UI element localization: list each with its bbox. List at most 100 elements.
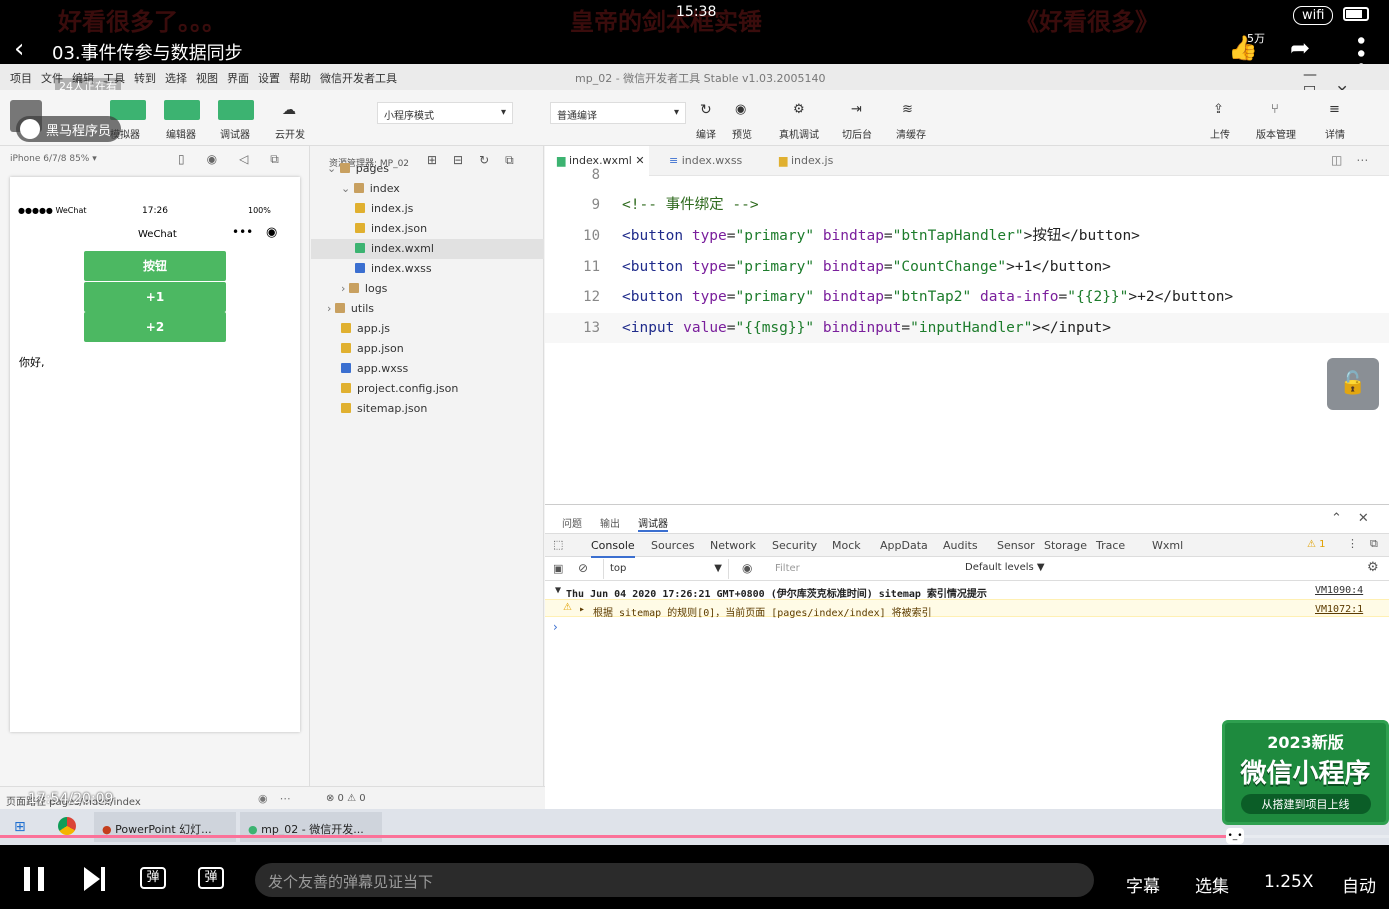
background-icon[interactable]: ⇥ xyxy=(851,102,862,117)
mode-select[interactable]: 小程序模式 ▾ xyxy=(377,102,513,124)
console-group-row[interactable]: ▼ Thu Jun 04 2020 17:26:21 GMT+0800 (伊尔库… xyxy=(545,581,1389,600)
chevron-icon[interactable]: › xyxy=(327,302,335,315)
debugger-toggle[interactable] xyxy=(218,100,254,120)
windows-start-icon[interactable]: ⊞ xyxy=(14,819,26,835)
devtools-tab-sources[interactable]: Sources xyxy=(651,539,695,552)
unlock-icon[interactable]: 🔓 xyxy=(1327,358,1379,410)
tree-item-app-wxss[interactable]: app.wxss xyxy=(341,359,408,379)
chrome-icon[interactable] xyxy=(58,817,76,835)
panel-tab[interactable]: 输出 xyxy=(600,515,620,532)
devtools-tab-sensor[interactable]: Sensor xyxy=(997,539,1035,552)
menu-item[interactable]: 微信开发者工具 xyxy=(320,70,397,86)
sidebar-toggle-icon[interactable]: ▣ xyxy=(553,562,563,575)
devtools-tab-mock[interactable]: Mock xyxy=(832,539,861,552)
video-frame[interactable]: 项目 文件 编辑 工具 转到 选择 视图 界面 设置 帮助 微信开发者工具 mp_02 - 微信开发… xyxy=(0,64,1389,845)
devtools-tab-storage[interactable]: Storage xyxy=(1044,539,1087,552)
tap-button[interactable]: 按钮 xyxy=(84,251,226,281)
course-banner[interactable]: 2023新版 微信小程序 从搭建到项目上线 xyxy=(1222,720,1389,825)
tree-item-index-js[interactable]: index.js xyxy=(355,199,413,219)
quality-button[interactable]: 自动 xyxy=(1342,872,1376,897)
chevron-icon[interactable]: ⌄ xyxy=(341,182,354,195)
devtools-tab-network[interactable]: Network xyxy=(710,539,756,552)
tree-item-utils[interactable]: › utils xyxy=(327,299,374,319)
tree-item-project-config-json[interactable]: project.config.json xyxy=(341,379,458,399)
eye-icon[interactable]: ◉ xyxy=(742,561,752,575)
danmu-settings-icon[interactable]: 弹 xyxy=(198,867,224,889)
chevron-icon[interactable]: › xyxy=(341,282,349,295)
console-warning-row[interactable]: ⚠ ▸ 根据 sitemap 的规则[0]，当前页面 [pages/index/… xyxy=(545,599,1389,619)
code-editor[interactable]: ▆ index.wxml ✕ ≡ index.wxss ▆ index.js ◫… xyxy=(545,146,1389,504)
pause-icon[interactable] xyxy=(24,867,30,891)
plus-one-button[interactable]: +1 xyxy=(84,282,226,312)
menu-item[interactable]: 界面 xyxy=(227,70,249,86)
menu-item[interactable]: 帮助 xyxy=(289,70,311,86)
compile-select[interactable]: 普通编译 ▾ xyxy=(550,102,686,124)
close-tab-icon[interactable]: ✕ xyxy=(635,154,644,167)
context-select[interactable]: top ▼ xyxy=(603,559,729,579)
capsule-menu-icon[interactable]: ••• xyxy=(232,225,253,239)
devtools-tab-security[interactable]: Security xyxy=(772,539,817,552)
console-source-link[interactable]: VM1090:4 xyxy=(1315,585,1363,596)
tree-item-index[interactable]: ⌄ index xyxy=(341,179,400,199)
clear-console-icon[interactable]: ⊘ xyxy=(578,561,588,575)
menu-item[interactable]: 选择 xyxy=(165,70,187,86)
editor-toggle[interactable] xyxy=(164,100,200,120)
capsule-close-icon[interactable]: ◉ xyxy=(266,225,277,240)
tab-index-wxss[interactable]: ≡ index.wxss xyxy=(657,146,742,176)
preview-icon[interactable]: ◉ xyxy=(735,102,746,117)
tree-item-index-json[interactable]: index.json xyxy=(355,219,427,239)
back-icon[interactable]: ‹ xyxy=(14,36,24,62)
plus-two-button[interactable]: +2 xyxy=(84,312,226,342)
code-area[interactable]: 8 9 <!-- 事件绑定 --> 10 <button type="primary… xyxy=(545,167,1389,504)
danmu-toggle-icon[interactable]: 弹 xyxy=(140,867,166,889)
menu-item[interactable]: 视图 xyxy=(196,70,218,86)
speed-button[interactable]: 1.25X xyxy=(1264,872,1314,892)
compile-icon[interactable]: ↻ xyxy=(700,102,712,118)
panel-tab[interactable]: 调试器 xyxy=(638,515,668,532)
share-icon[interactable]: ➦ xyxy=(1290,34,1310,62)
details-icon[interactable]: ≡ xyxy=(1329,102,1340,117)
remote-debug-icon[interactable]: ⚙ xyxy=(793,102,805,117)
panel-collapse-close-icon[interactable]: ⌃✕ xyxy=(1331,511,1385,526)
tree-item-index-wxss[interactable]: index.wxss xyxy=(355,259,432,279)
tree-item-logs[interactable]: › logs xyxy=(341,279,387,299)
console-prompt[interactable]: › xyxy=(553,620,558,634)
inspect-icon[interactable]: ⬚ xyxy=(553,538,563,551)
log-levels-select[interactable]: Default levels ▼ xyxy=(965,562,1045,573)
clear-cache-icon[interactable]: ≋ xyxy=(902,102,913,117)
progress-track[interactable] xyxy=(0,835,1389,838)
progress-handle-icon[interactable]: •_• xyxy=(1226,828,1244,844)
tree-item-app-js[interactable]: app.js xyxy=(341,319,390,339)
danmu-input[interactable]: 发个友善的弹幕见证当下 xyxy=(255,863,1094,897)
version-icon[interactable]: ⑂ xyxy=(1271,102,1279,117)
devtools-tab-appdata[interactable]: AppData xyxy=(880,539,928,552)
simulator-toggle[interactable] xyxy=(110,100,146,120)
cloud-icon[interactable]: ☁ xyxy=(282,102,296,118)
tree-item-index-wxml[interactable]: index.wxml xyxy=(311,239,544,259)
menu-item[interactable]: 设置 xyxy=(258,70,280,86)
subtitle-button[interactable]: 字幕 xyxy=(1126,872,1160,897)
devtools-tab-trace[interactable]: Trace xyxy=(1096,539,1125,552)
chevron-icon[interactable]: ⌄ xyxy=(327,162,340,175)
split-editor-icon[interactable]: ◫⋯ xyxy=(1331,153,1382,167)
devtools-tab-audits[interactable]: Audits xyxy=(943,539,978,552)
episodes-button[interactable]: 选集 xyxy=(1195,872,1229,897)
devtools-tab-wxml[interactable]: Wxml xyxy=(1152,539,1183,552)
device-select[interactable]: iPhone 6/7/8 85% ▾ xyxy=(10,154,97,164)
console-filter-input[interactable]: Filter xyxy=(769,559,955,579)
upload-icon[interactable]: ⇪ xyxy=(1213,102,1224,117)
menu-item[interactable]: 转到 xyxy=(134,70,156,86)
explorer-actions[interactable]: ⊞⊟↻⧉ xyxy=(427,153,530,168)
panel-tab[interactable]: 问题 xyxy=(562,515,582,532)
message-input[interactable]: 你好, xyxy=(19,354,45,370)
next-icon[interactable] xyxy=(84,867,100,891)
tree-item-sitemap-json[interactable]: sitemap.json xyxy=(341,399,427,419)
status-actions[interactable]: ◉⋯ xyxy=(258,792,303,805)
menu-item[interactable]: 项目 xyxy=(10,70,32,86)
simulator-controls[interactable]: ▯◉◁⧉ xyxy=(178,152,301,167)
devtools-menu-icon[interactable]: ⋮⧉ xyxy=(1347,537,1389,551)
tree-item-pages[interactable]: ⌄ pages xyxy=(327,159,389,179)
console-source-link[interactable]: VM1072:1 xyxy=(1315,604,1363,615)
tab-index-js[interactable]: ▆ index.js xyxy=(767,146,833,176)
console-settings-icon[interactable]: ⚙ xyxy=(1367,560,1379,575)
